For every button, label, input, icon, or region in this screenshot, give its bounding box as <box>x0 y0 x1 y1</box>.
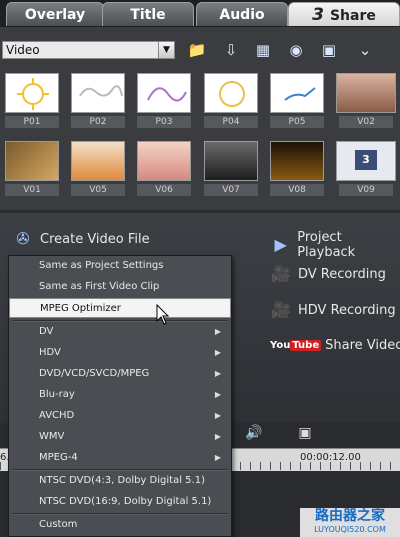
thumbnail-label: V01 <box>5 184 59 196</box>
thumbnail-V02[interactable] <box>336 73 396 113</box>
copy-icon[interactable]: ▣ <box>318 40 340 60</box>
menu-item-custom[interactable]: Custom <box>9 515 231 535</box>
submenu-arrow-icon: ▶ <box>214 453 221 462</box>
chevron-down-icon[interactable]: ▼ <box>158 42 174 58</box>
timecode-right: 00:00:12.00 <box>300 452 361 463</box>
thumbnail-P05[interactable] <box>270 73 324 113</box>
menu-item-dv[interactable]: DV ▶ <box>9 322 231 342</box>
menu-item-wmv[interactable]: WMV ▶ <box>9 427 231 447</box>
thumbnail-label: V09 <box>339 184 393 196</box>
youtube-logo: You Tube <box>270 340 322 351</box>
submenu-arrow-icon: ▶ <box>214 348 221 357</box>
thumbnail-V06[interactable] <box>137 141 191 181</box>
thumbnail-label: V02 <box>339 116 393 128</box>
menu-item-avchd[interactable]: AVCHD ▶ <box>9 406 231 426</box>
menu-item-mpeg-4[interactable]: MPEG-4 ▶ <box>9 448 231 468</box>
play-icon: ▶ <box>274 235 287 254</box>
thumbnail-label: P04 <box>204 116 258 128</box>
project-playback-label: Project Playback <box>297 230 356 260</box>
tab-share-step: 3 <box>312 5 324 25</box>
thumbnail-V05[interactable] <box>71 141 125 181</box>
menu-item-blu-ray[interactable]: Blu-ray ▶ <box>9 385 231 405</box>
menu-item-same-as-project[interactable]: Same as Project Settings <box>9 256 231 276</box>
tab-bar: Overlay Title Audio 3 Share <box>0 0 400 27</box>
share-video-label: Share Video O <box>325 338 400 353</box>
menu-item-ntsc-dvd-4-3[interactable]: NTSC DVD(4:3, Dolby Digital 5.1) <box>9 471 231 491</box>
expand-icon[interactable]: ⌄ <box>354 40 376 60</box>
create-video-file-button[interactable]: ✇ Create Video File <box>12 229 150 248</box>
hdv-recording-button[interactable]: 🎥 HDV Recording <box>270 301 396 319</box>
submenu-arrow-icon: ▶ <box>214 327 221 336</box>
import-icon[interactable]: ⇩ <box>220 40 242 60</box>
create-video-file-label: Create Video File <box>40 231 150 247</box>
thumbnail-label: P05 <box>270 116 324 128</box>
submenu-arrow-icon: ▶ <box>214 369 221 378</box>
mouse-cursor-icon <box>156 304 170 325</box>
submenu-arrow-icon: ▶ <box>214 411 221 420</box>
thumbnail-P04[interactable] <box>204 73 258 113</box>
menu-item-dvd-vcd-svcd-mpeg[interactable]: DVD/VCD/SVCD/MPEG ▶ <box>9 364 231 384</box>
watermark: 路由器之家 LUYOUQI520.COM <box>300 508 400 537</box>
audio-mixer-icon[interactable]: 🔊 <box>240 425 268 445</box>
menu-item-same-as-first-clip[interactable]: Same as First Video Clip <box>9 277 231 297</box>
thumbnail-label: V06 <box>137 184 191 196</box>
thumbnail-P02[interactable] <box>71 73 125 113</box>
category-value: Video <box>6 43 40 57</box>
hdv-recording-label: HDV Recording <box>298 302 396 318</box>
thumbnail-V09[interactable]: 3 <box>336 141 396 181</box>
share-video-online-button[interactable]: YouTube Share Video O <box>270 338 400 353</box>
camcorder-icon: 🎥 <box>271 264 291 283</box>
category-dropdown[interactable]: Video ▼ <box>2 41 175 59</box>
chapter-icon[interactable]: ▣ <box>292 425 318 445</box>
thumbnail-V07[interactable] <box>204 141 258 181</box>
dv-recording-button[interactable]: 🎥 DV Recording <box>270 265 386 283</box>
watermark-title: 路由器之家 <box>315 508 385 524</box>
thumbnail-label: V08 <box>270 184 324 196</box>
thumbnail-label: V05 <box>71 184 125 196</box>
globe-icon[interactable]: ◉ <box>285 40 307 60</box>
folder-icon[interactable]: 📁 <box>186 40 208 60</box>
submenu-arrow-icon: ▶ <box>214 432 221 441</box>
film-reel-icon: ✇ <box>16 229 30 248</box>
thumbnail-P01[interactable] <box>5 73 59 113</box>
submenu-arrow-icon: ▶ <box>214 390 221 399</box>
menu-item-ntsc-dvd-16-9[interactable]: NTSC DVD(16:9, Dolby Digital 5.1) <box>9 492 231 512</box>
thumbnail-label: P02 <box>71 116 125 128</box>
tab-share-label: Share <box>329 8 376 24</box>
project-playback-button[interactable]: ▶ Project Playback <box>270 230 400 260</box>
thumbnail-P03[interactable] <box>137 73 191 113</box>
create-video-file-menu: Same as Project Settings Same as First V… <box>8 255 232 537</box>
camcorder-icon: 🎥 <box>271 300 291 319</box>
watermark-url: LUYOUQI520.COM <box>314 525 386 534</box>
tab-audio[interactable]: Audio <box>196 2 288 26</box>
options-icon[interactable]: ▦ <box>252 40 274 60</box>
tab-overlay[interactable]: Overlay <box>6 2 104 26</box>
number-badge-icon: 3 <box>355 150 377 170</box>
thumbnail-label: V07 <box>204 184 258 196</box>
thumbnail-label: P03 <box>137 116 191 128</box>
thumbnail-label: P01 <box>5 116 59 128</box>
thumbnail-V01[interactable] <box>5 141 59 181</box>
dv-recording-label: DV Recording <box>298 266 386 282</box>
menu-item-hdv[interactable]: HDV ▶ <box>9 343 231 363</box>
tab-title[interactable]: Title <box>102 2 194 26</box>
tab-share[interactable]: 3 Share <box>288 2 400 26</box>
menu-item-mpeg-optimizer[interactable]: MPEG Optimizer <box>9 298 231 318</box>
thumbnail-V08[interactable] <box>270 141 324 181</box>
